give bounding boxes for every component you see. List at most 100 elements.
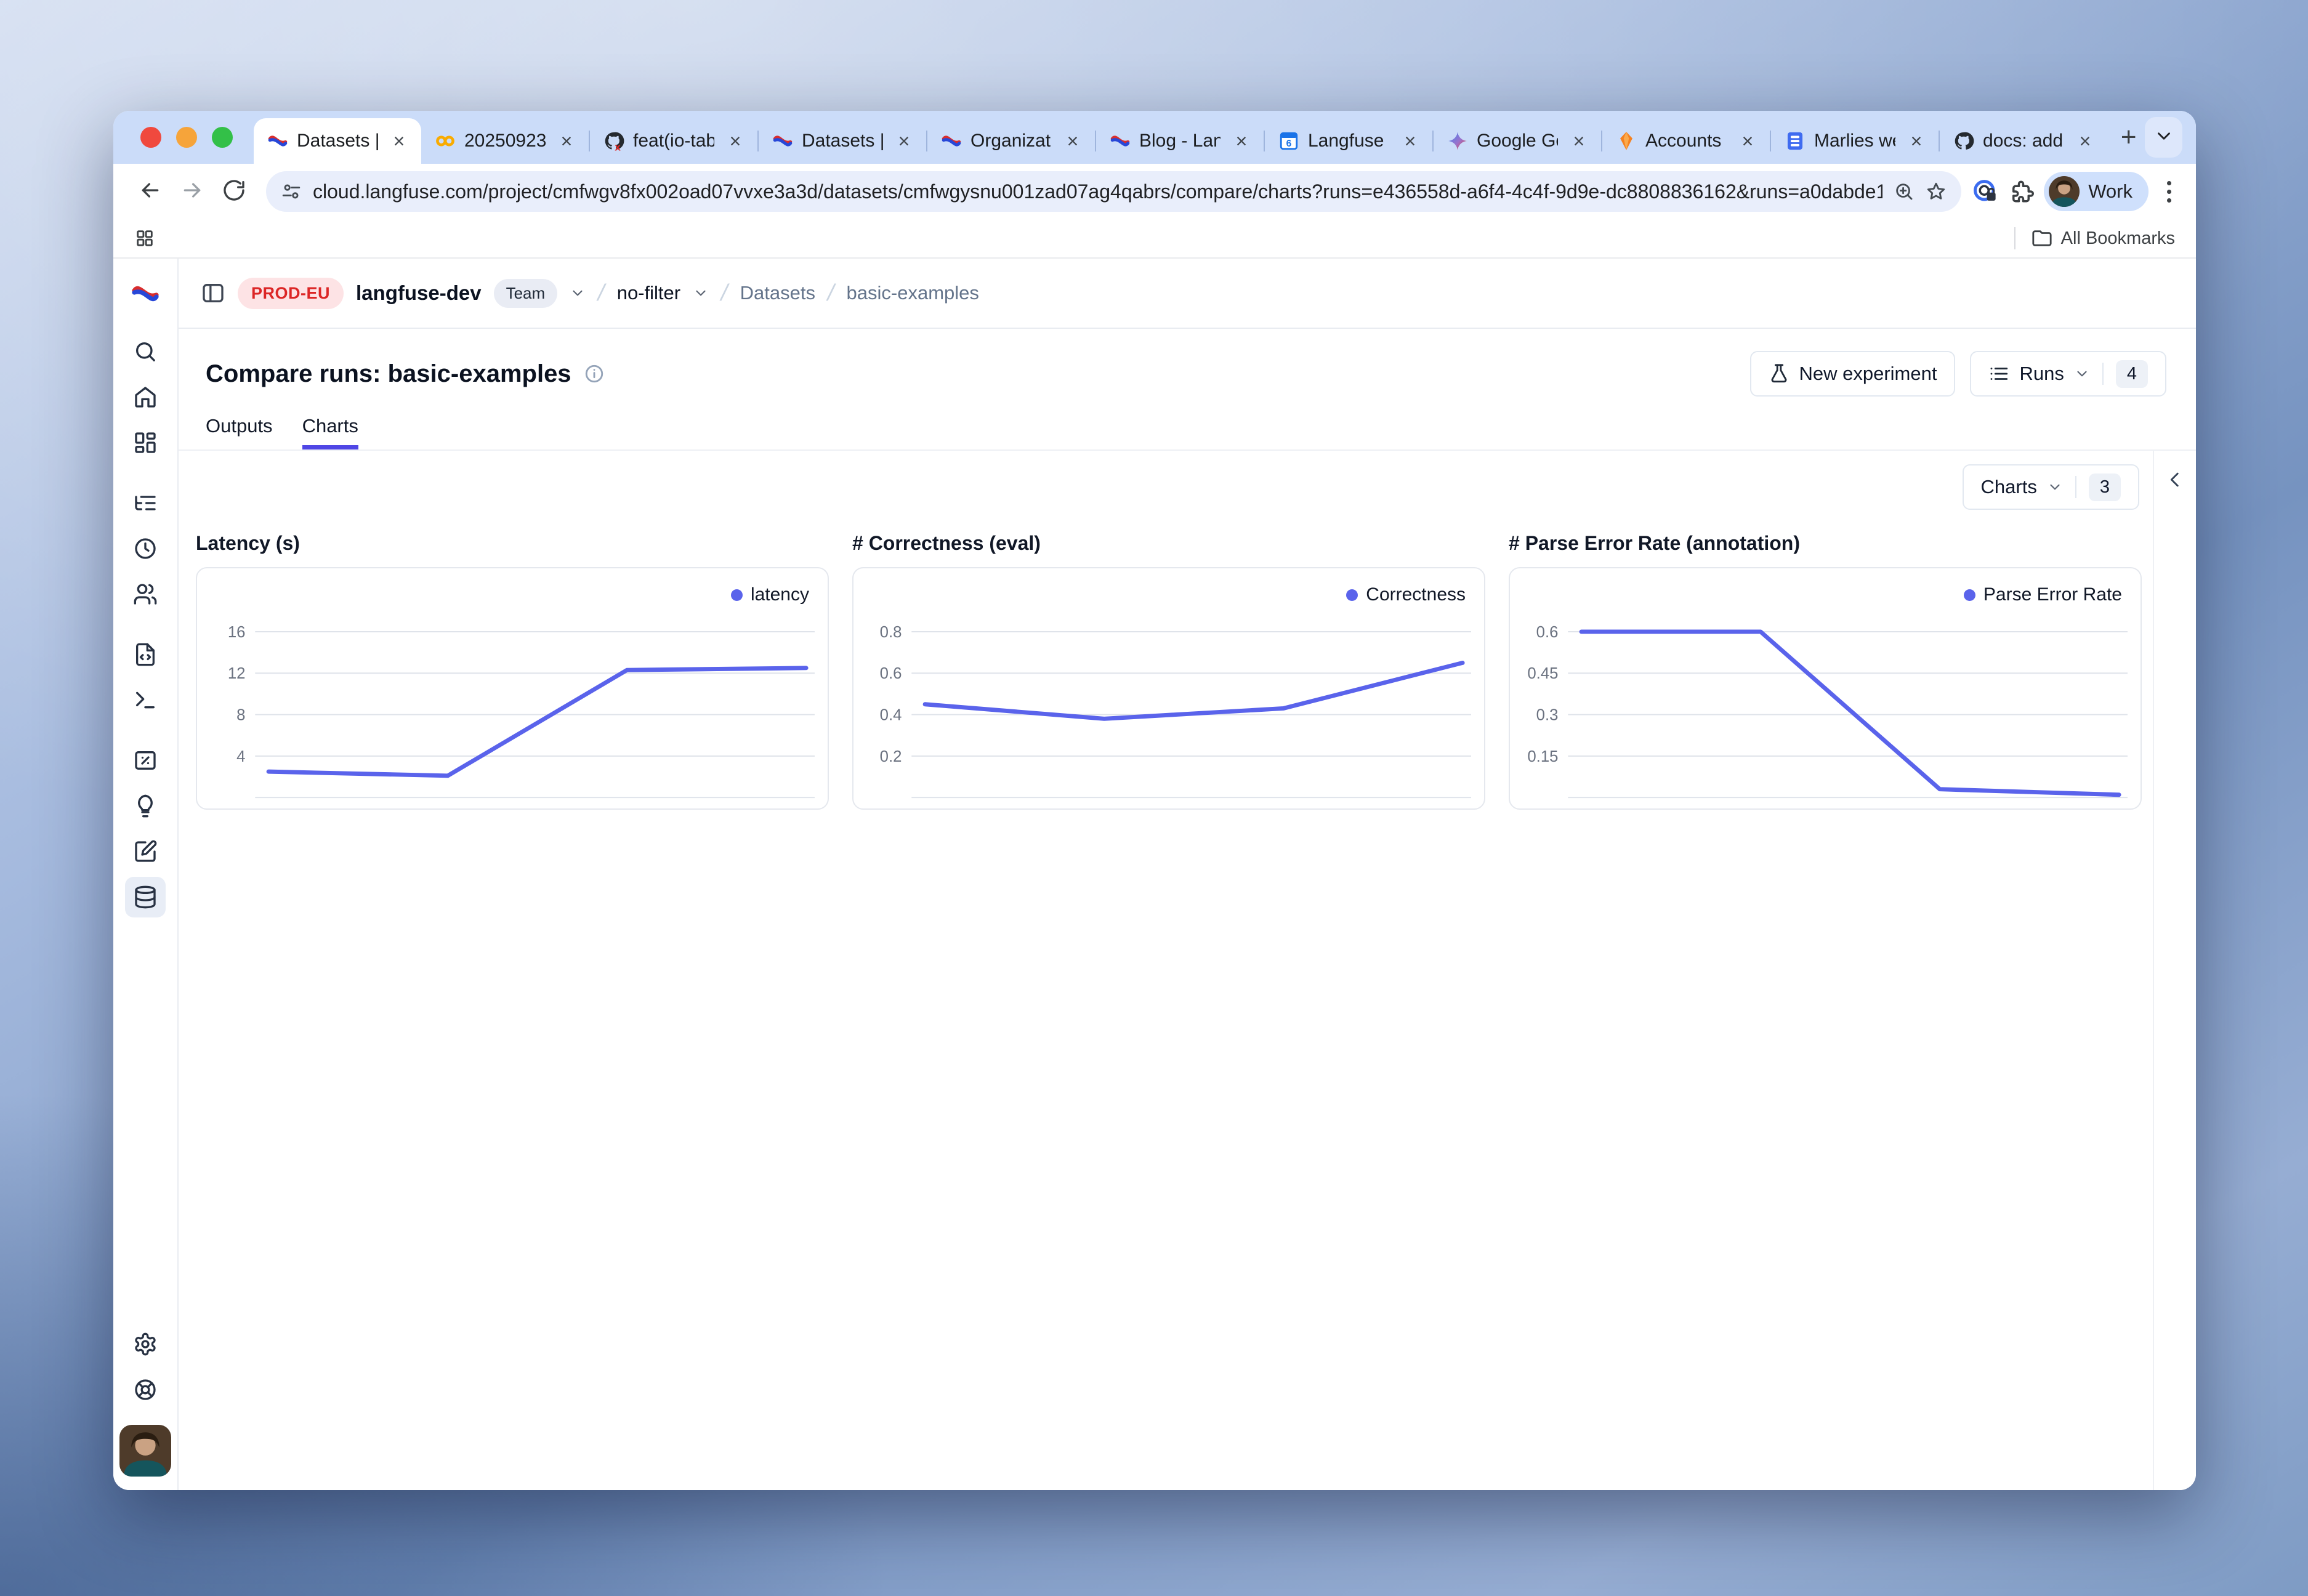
desktop-background: Datasets | L×20250923×xfeat(io-tab×Datas… xyxy=(0,0,2308,1596)
password-manager-extension-icon[interactable] xyxy=(1972,179,1998,204)
project-name[interactable]: no-filter xyxy=(617,282,680,304)
toolbar-right: Work xyxy=(1972,172,2180,211)
profile-label: Work xyxy=(2088,180,2132,203)
browser-tab[interactable]: Google Ge× xyxy=(1434,118,1601,164)
svg-text:0.15: 0.15 xyxy=(1527,748,1558,765)
browser-tab[interactable]: docs: add× xyxy=(1940,118,2107,164)
page-title-row: Compare runs: basic-examples New experim… xyxy=(179,329,2196,397)
chart-card: 0.80.60.40.2Correctness xyxy=(852,567,1485,810)
browser-tab[interactable]: Datasets | L× xyxy=(759,118,926,164)
charts-content: Charts 3 Latency (s)161284latency# Corre… xyxy=(179,451,2196,1490)
browser-tab[interactable]: Blog - Lang× xyxy=(1096,118,1264,164)
user-avatar[interactable] xyxy=(119,1425,171,1477)
charts-toolbar: Charts 3 xyxy=(179,451,2196,510)
extensions-icon[interactable] xyxy=(2008,179,2034,204)
tab-outputs[interactable]: Outputs xyxy=(206,415,273,449)
environment-badge[interactable]: PROD-EU xyxy=(238,278,344,309)
sidebar-toggle-icon[interactable] xyxy=(201,281,225,305)
browser-tab[interactable]: xfeat(io-tab× xyxy=(590,118,757,164)
runs-dropdown-button[interactable]: Runs 4 xyxy=(1970,351,2166,397)
langfuse-favicon-icon xyxy=(1110,131,1131,151)
sidebar-item-support[interactable] xyxy=(125,1369,166,1410)
charts-count-badge: 3 xyxy=(2089,474,2121,501)
info-icon[interactable] xyxy=(584,363,605,384)
svg-text:16: 16 xyxy=(228,624,246,641)
github-x-favicon-icon: x xyxy=(603,131,624,151)
new-tab-button[interactable]: + xyxy=(2112,119,2145,155)
browser-tab[interactable]: Accounts |× xyxy=(1602,118,1770,164)
tab-charts[interactable]: Charts xyxy=(302,415,358,449)
sidebar-item-settings[interactable] xyxy=(125,1324,166,1364)
close-window-button[interactable] xyxy=(140,127,161,148)
browser-tab[interactable]: 20250923× xyxy=(421,118,589,164)
close-tab-icon[interactable]: × xyxy=(723,129,748,153)
site-settings-icon[interactable] xyxy=(281,181,302,202)
fullscreen-window-button[interactable] xyxy=(212,127,233,148)
sidebar-item-home[interactable] xyxy=(125,377,166,417)
window-controls[interactable] xyxy=(124,111,254,164)
chart-block: # Parse Error Rate (annotation)0.60.450.… xyxy=(1509,515,2142,810)
sidebar-item-playground[interactable] xyxy=(125,680,166,720)
sidebar-item-search[interactable] xyxy=(125,331,166,372)
all-bookmarks-button[interactable]: All Bookmarks xyxy=(2032,228,2175,249)
collapse-chevron-icon[interactable] xyxy=(2165,469,2185,1490)
sidebar-item-evaluation[interactable] xyxy=(125,740,166,781)
charts-dropdown-button[interactable]: Charts 3 xyxy=(1963,464,2139,510)
list-icon xyxy=(1988,363,2009,384)
sidebar-item-dashboards[interactable] xyxy=(125,422,166,463)
tab-search-button[interactable] xyxy=(2145,117,2182,158)
reload-button[interactable] xyxy=(217,174,251,209)
close-tab-icon[interactable]: × xyxy=(2073,129,2097,153)
close-tab-icon[interactable]: × xyxy=(1398,129,1422,153)
url-text[interactable]: cloud.langfuse.com/project/cmfwgv8fx002o… xyxy=(313,180,1882,203)
close-tab-icon[interactable]: × xyxy=(387,129,411,153)
langfuse-favicon-icon xyxy=(267,131,288,151)
langfuse-logo[interactable] xyxy=(131,259,160,329)
close-tab-icon[interactable]: × xyxy=(892,129,916,153)
close-tab-icon[interactable]: × xyxy=(1060,129,1085,153)
forward-button[interactable] xyxy=(175,174,209,209)
breadcrumb-dataset-name[interactable]: basic-examples xyxy=(847,282,979,304)
browser-tab[interactable]: 6Langfuse -× xyxy=(1265,118,1432,164)
project-switcher-chevron-icon[interactable] xyxy=(693,285,709,301)
sidebar-rail xyxy=(113,259,179,1490)
sidebar-item-prompts[interactable] xyxy=(125,634,166,675)
browser-menu-button[interactable] xyxy=(2158,181,2180,203)
close-tab-icon[interactable]: × xyxy=(1735,129,1760,153)
sidebar-item-annotation-queues[interactable] xyxy=(125,831,166,872)
langfuse-favicon-icon xyxy=(941,131,962,151)
svg-text:6: 6 xyxy=(1286,139,1292,149)
organization-name[interactable]: langfuse-dev xyxy=(356,281,482,305)
close-tab-icon[interactable]: × xyxy=(554,129,579,153)
sidebar-item-users[interactable] xyxy=(125,574,166,615)
langfuse-app: PROD-EU langfuse-dev Team / no-filter / … xyxy=(113,259,2196,1490)
close-tab-icon[interactable]: × xyxy=(1229,129,1254,153)
chart-card: 0.60.450.30.15Parse Error Rate xyxy=(1509,567,2142,810)
sidebar-item-sessions[interactable] xyxy=(125,528,166,569)
legend-label: latency xyxy=(751,584,809,605)
breadcrumb-datasets[interactable]: Datasets xyxy=(740,282,815,304)
page-zoom-icon[interactable] xyxy=(1894,181,1915,202)
all-bookmarks-label: All Bookmarks xyxy=(2061,228,2175,249)
bookmarks-separator xyxy=(2014,227,2015,249)
page-title: Compare runs: basic-examples xyxy=(206,360,571,388)
close-tab-icon[interactable]: × xyxy=(1904,129,1929,153)
new-experiment-button[interactable]: New experiment xyxy=(1750,351,1956,397)
sidebar-item-datasets[interactable] xyxy=(125,877,166,917)
chevron-down-icon xyxy=(2047,479,2063,495)
close-tab-icon[interactable]: × xyxy=(1567,129,1591,153)
org-switcher-chevron-icon[interactable] xyxy=(570,285,586,301)
sidebar-item-insights[interactable] xyxy=(125,786,166,826)
bookmark-star-icon[interactable] xyxy=(1926,181,1947,202)
browser-tab[interactable]: Datasets | L× xyxy=(254,118,421,164)
address-bar[interactable]: cloud.langfuse.com/project/cmfwgv8fx002o… xyxy=(266,171,1961,212)
minimize-window-button[interactable] xyxy=(176,127,197,148)
apps-grid-icon[interactable] xyxy=(134,228,155,249)
runs-count-badge: 4 xyxy=(2116,360,2148,388)
browser-tab[interactable]: Organizatio× xyxy=(927,118,1095,164)
browser-profile-button[interactable]: Work xyxy=(2044,172,2149,211)
browser-tab[interactable]: Marlies we× xyxy=(1771,118,1939,164)
chart-line-series xyxy=(925,663,1463,719)
back-button[interactable] xyxy=(133,174,167,209)
sidebar-item-tracing[interactable] xyxy=(125,483,166,523)
